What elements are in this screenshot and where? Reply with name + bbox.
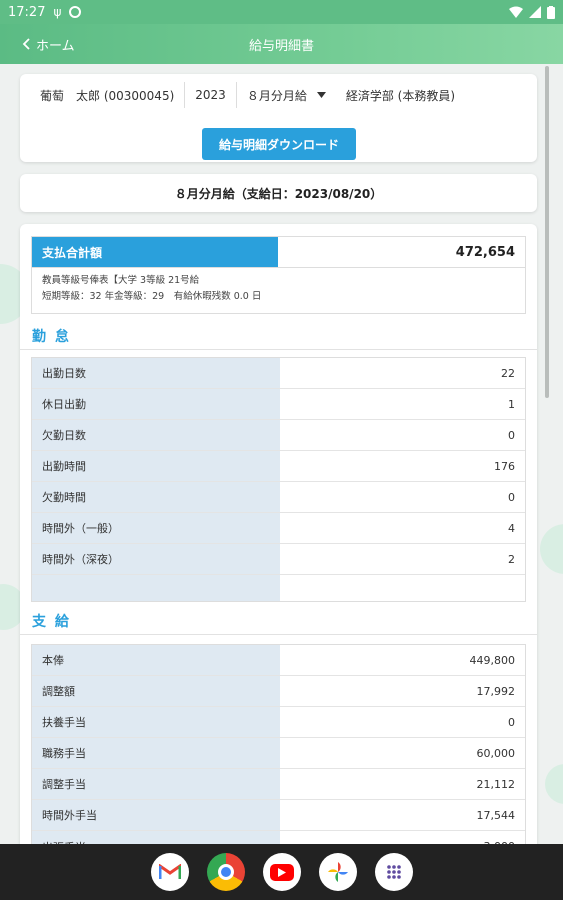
row-value: 0 bbox=[280, 482, 525, 512]
wifi-icon bbox=[509, 6, 523, 18]
row-label: 時間外（深夜） bbox=[32, 544, 280, 574]
gmail-icon[interactable] bbox=[150, 853, 189, 891]
selector-card: 葡萄 太郎 (00300045) 2023 ８月分月給 経済学部 (本務教員) … bbox=[20, 74, 537, 162]
youtube-icon[interactable] bbox=[262, 853, 301, 891]
chrome-icon[interactable] bbox=[206, 853, 245, 891]
row-label: 出勤時間 bbox=[32, 451, 280, 481]
table-row: 出勤日数 22 bbox=[32, 358, 525, 389]
photos-icon[interactable] bbox=[318, 853, 357, 891]
content-area[interactable]: 葡萄 太郎 (00300045) 2023 ８月分月給 経済学部 (本務教員) … bbox=[0, 64, 563, 844]
table-row: 本俸 449,800 bbox=[32, 645, 525, 676]
table-row: 調整額 17,992 bbox=[32, 676, 525, 707]
row-value: 2 bbox=[280, 544, 525, 574]
row-label bbox=[32, 575, 280, 601]
table-row: 時間外手当 17,544 bbox=[32, 800, 525, 831]
row-label: 休日出勤 bbox=[32, 389, 280, 419]
chevron-left-icon bbox=[22, 38, 30, 50]
row-value: 0 bbox=[280, 707, 525, 737]
pay-total-box: 支払合計額 472,654 教員等級号俸表【大学 3等級 21号給 短期等級：3… bbox=[31, 236, 526, 314]
attendance-title: 勤 怠 bbox=[32, 329, 71, 345]
row-label: 出張手当 bbox=[32, 831, 280, 844]
row-value: 21,112 bbox=[280, 769, 525, 799]
dropdown-arrow-icon bbox=[316, 92, 326, 98]
table-row: 時間外（深夜） 2 bbox=[32, 544, 525, 575]
payment-table: 本俸 449,800 調整額 17,992 扶養手当 0 職務手当 60,000 調整手… bbox=[31, 644, 526, 844]
table-row: 扶養手当 0 bbox=[32, 707, 525, 738]
table-row bbox=[32, 575, 525, 601]
divider bbox=[20, 349, 537, 350]
row-value: 449,800 bbox=[280, 645, 525, 675]
row-label: 欠勤日数 bbox=[32, 420, 280, 450]
back-label: ホーム bbox=[36, 38, 75, 54]
row-value: 176 bbox=[280, 451, 525, 481]
battery-icon bbox=[547, 5, 555, 19]
table-row: 時間外（一般） 4 bbox=[32, 513, 525, 544]
attendance-table: 出勤日数 22 休日出勤 1 欠勤日数 0 出勤時間 176 欠勤時間 0 時間外（一般）… bbox=[31, 357, 526, 602]
pay-total-label: 支払合計額 bbox=[32, 237, 278, 267]
row-value bbox=[280, 575, 525, 601]
page-title: 給与明細書 bbox=[248, 38, 314, 54]
row-label: 調整額 bbox=[32, 676, 280, 706]
row-value: 60,000 bbox=[280, 738, 525, 768]
row-label: 出勤日数 bbox=[32, 358, 280, 388]
statement-title: ８月分月給（支給日：2023/08/20） bbox=[20, 174, 537, 212]
scrollbar[interactable] bbox=[545, 66, 549, 398]
divider bbox=[20, 634, 537, 635]
grade-info-line: 短期等級：32 年金等級：29 有給休暇残数 0.0 日 bbox=[42, 291, 262, 302]
row-label: 欠勤時間 bbox=[32, 482, 280, 512]
month-select[interactable]: ８月分月給 bbox=[237, 82, 336, 108]
app-bar: ホーム 給与明細書 bbox=[0, 24, 563, 64]
statement-card: 支払合計額 472,654 教員等級号俸表【大学 3等級 21号給 短期等級：3… bbox=[20, 224, 537, 844]
table-row: 職務手当 60,000 bbox=[32, 738, 525, 769]
download-button[interactable]: 給与明細ダウンロード bbox=[202, 128, 356, 160]
clock: 17:27 bbox=[8, 4, 46, 20]
row-value: 22 bbox=[280, 358, 525, 388]
status-bar: 17:27 ψ bbox=[0, 0, 563, 24]
year-select[interactable]: 2023 bbox=[185, 82, 236, 108]
row-value: 3,000 bbox=[280, 831, 525, 844]
signal-icon bbox=[529, 6, 541, 18]
row-value: 0 bbox=[280, 420, 525, 450]
row-value: 1 bbox=[280, 389, 525, 419]
month-value: ８月分月給 bbox=[246, 88, 307, 103]
row-label: 時間外（一般） bbox=[32, 513, 280, 543]
sync-icon bbox=[69, 6, 82, 18]
row-value: 17,544 bbox=[280, 800, 525, 830]
row-label: 扶養手当 bbox=[32, 707, 280, 737]
table-row: 出張手当3,000 bbox=[32, 831, 525, 844]
table-row: 欠勤日数 0 bbox=[32, 420, 525, 451]
table-row: 出勤時間 176 bbox=[32, 451, 525, 482]
pay-total-value: 472,654 bbox=[455, 244, 515, 260]
row-value: 4 bbox=[280, 513, 525, 543]
back-button[interactable]: ホーム bbox=[0, 35, 75, 54]
usb-icon: ψ bbox=[53, 5, 62, 19]
table-row: 休日出勤 1 bbox=[32, 389, 525, 420]
row-value: 17,992 bbox=[280, 676, 525, 706]
row-label: 本俸 bbox=[32, 645, 280, 675]
row-label: 時間外手当 bbox=[32, 800, 280, 830]
employee-name: 葡萄 太郎 (00300045) bbox=[40, 88, 175, 103]
grade-info: 教員等級号俸表【大学 3等級 21号給 短期等級：32 年金等級：29 有給休暇… bbox=[32, 268, 525, 310]
app-dock bbox=[0, 844, 563, 900]
row-label: 調整手当 bbox=[32, 769, 280, 799]
grade-info-line: 教員等級号俸表【大学 3等級 21号給 bbox=[42, 275, 200, 286]
table-row: 欠勤時間 0 bbox=[32, 482, 525, 513]
payment-title: 支 給 bbox=[32, 614, 71, 630]
department: 経済学部 (本務教員) bbox=[345, 88, 456, 103]
apps-icon[interactable] bbox=[374, 853, 413, 891]
background-decoration bbox=[540, 524, 563, 574]
background-decoration bbox=[545, 764, 563, 804]
table-row: 調整手当 21,112 bbox=[32, 769, 525, 800]
row-label: 職務手当 bbox=[32, 738, 280, 768]
